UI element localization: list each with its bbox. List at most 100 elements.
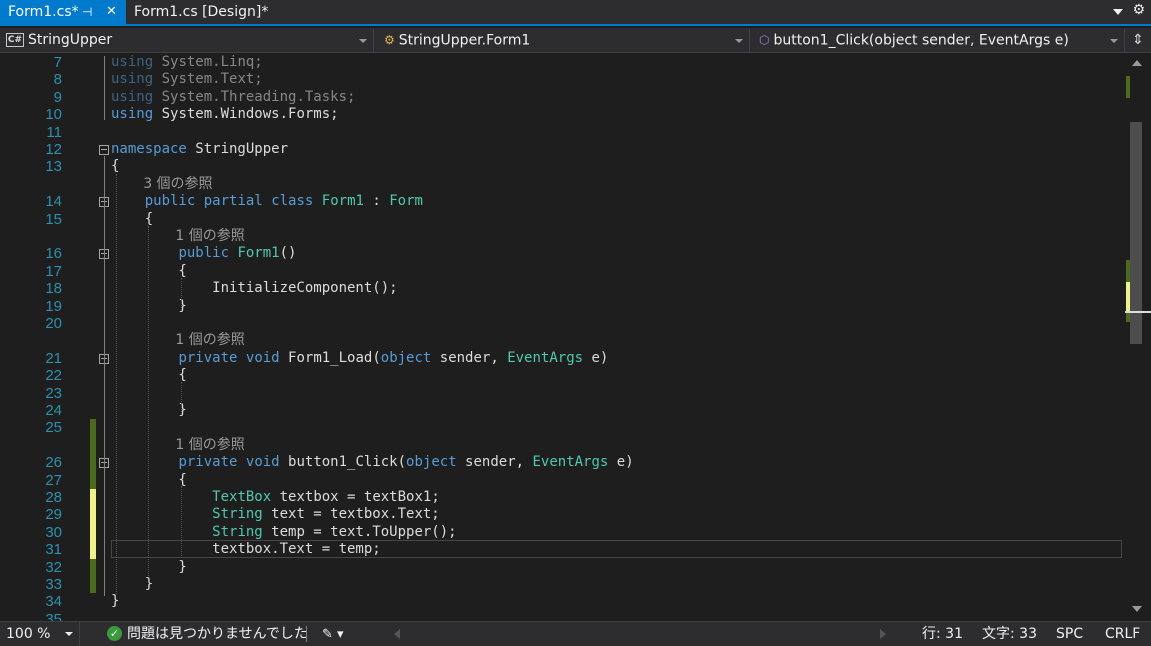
code-line[interactable]: 16 public Form1() bbox=[0, 245, 1125, 262]
close-icon[interactable]: ✕ bbox=[106, 0, 117, 24]
code-line[interactable]: 29 String text = textbox.Text; bbox=[0, 506, 1125, 524]
whitespace-indicator[interactable]: SPC bbox=[1056, 622, 1083, 646]
code-line[interactable]: 15 { bbox=[0, 211, 1125, 228]
line-number: 30 bbox=[45, 523, 62, 541]
caret-position-marker bbox=[1125, 311, 1151, 313]
code-line[interactable]: 22 { bbox=[0, 367, 1125, 384]
line-number: 13 bbox=[45, 158, 62, 176]
brush-icon: ✎ ▾ bbox=[322, 627, 344, 642]
code-line[interactable]: 17 { bbox=[0, 263, 1125, 280]
member-name: button1_Click(object sender, EventArgs e… bbox=[773, 32, 1069, 49]
line-number: 18 bbox=[45, 280, 62, 298]
code-line[interactable]: 13{ bbox=[0, 158, 1125, 175]
code-line[interactable]: 27 { bbox=[0, 471, 1125, 489]
codelens-references[interactable]: 1 個の参照 bbox=[175, 437, 244, 454]
class-icon: ⚙ bbox=[384, 33, 395, 47]
code-line[interactable]: 8 using System.Text; bbox=[0, 71, 1125, 88]
code-cleanup-button[interactable]: ✎ ▾ bbox=[322, 622, 362, 646]
code-text: TextBox textbox = textBox1; bbox=[212, 489, 440, 505]
line-number: 22 bbox=[45, 367, 62, 385]
private-method-icon: ⬡ bbox=[759, 33, 770, 47]
code-text: { bbox=[111, 210, 154, 227]
code-line[interactable]: 33 } bbox=[0, 576, 1125, 594]
code-text: } bbox=[111, 576, 154, 592]
tab-form1-cs[interactable]: Form1.cs* ⊣ ✕ bbox=[0, 0, 126, 24]
codelens-row[interactable]: 1 個の参照 bbox=[0, 228, 1125, 245]
line-number: 24 bbox=[45, 402, 62, 419]
line-number: 8 bbox=[53, 71, 62, 89]
code-text: InitializeComponent(); bbox=[111, 280, 398, 297]
member-dropdown[interactable]: ⬡ button1_Click(object sender, EventArgs … bbox=[753, 29, 1125, 52]
indent-guide bbox=[148, 226, 149, 576]
code-line[interactable]: 26 private void button1_Click(object sen… bbox=[0, 454, 1125, 472]
code-line[interactable]: 28 TextBox textbox = textBox1; bbox=[0, 489, 1125, 507]
code-line[interactable]: 31 textbox.Text = temp; bbox=[0, 540, 1125, 559]
csharp-project-icon: C# bbox=[6, 33, 24, 47]
line-ending-indicator[interactable]: CRLF bbox=[1105, 622, 1140, 646]
code-line[interactable]: 9 using System.Threading.Tasks; bbox=[0, 89, 1125, 106]
code-line[interactable]: 14 public partial class Form1 : Form bbox=[0, 193, 1125, 210]
fold-bracket bbox=[104, 56, 105, 120]
code-text: public Form1() bbox=[178, 245, 297, 262]
codelens-references[interactable]: 3 個の参照 bbox=[143, 176, 212, 193]
pin-icon[interactable]: ⊣ bbox=[82, 0, 92, 24]
navigation-bar: C# StringUpper ⚙ StringUpper.Form1 ⬡ button… bbox=[0, 28, 1151, 53]
tab-form1-design[interactable]: Form1.cs [Design]* bbox=[126, 0, 268, 24]
line-number: 32 bbox=[45, 558, 62, 576]
code-line[interactable]: 19 } bbox=[0, 298, 1125, 315]
code-text: private void Form1_Load(object sender, E… bbox=[178, 349, 609, 366]
zoom-dropdown[interactable]: 100 % bbox=[0, 622, 80, 646]
code-line[interactable]: 25 bbox=[0, 419, 1125, 437]
type-dropdown[interactable]: ⚙ StringUpper.Form1 bbox=[378, 29, 750, 52]
code-line[interactable]: 23 bbox=[0, 385, 1125, 402]
code-line[interactable]: 32 } bbox=[0, 558, 1125, 576]
project-dropdown[interactable]: C# StringUpper bbox=[0, 29, 374, 52]
code-line[interactable]: 12 namespace StringUpper bbox=[0, 141, 1125, 158]
code-line[interactable]: 20 bbox=[0, 315, 1125, 332]
line-number: 27 bbox=[45, 471, 62, 489]
scroll-up-icon[interactable] bbox=[1132, 60, 1142, 66]
line-number: 10 bbox=[45, 106, 62, 124]
document-tab-bar: Form1.cs* ⊣ ✕ Form1.cs [Design]* ⚙ bbox=[0, 0, 1151, 26]
line-number: 34 bbox=[45, 593, 62, 611]
change-marker bbox=[90, 576, 96, 594]
codelens-references[interactable]: 1 個の参照 bbox=[175, 332, 244, 349]
change-marker bbox=[90, 419, 96, 437]
scroll-down-icon[interactable] bbox=[1132, 606, 1142, 612]
code-line[interactable]: 18 InitializeComponent(); bbox=[0, 280, 1125, 297]
codelens-row[interactable]: 1 個の参照 bbox=[0, 332, 1125, 349]
vertical-scrollbar[interactable] bbox=[1125, 54, 1151, 621]
code-line[interactable]: 34} bbox=[0, 593, 1125, 610]
code-line[interactable]: 21 private void Form1_Load(object sender… bbox=[0, 350, 1125, 367]
column-indicator[interactable]: 文字: 33 bbox=[982, 622, 1037, 646]
line-number: 9 bbox=[53, 88, 62, 106]
code-line[interactable]: 24 } bbox=[0, 402, 1125, 419]
change-marker bbox=[1126, 76, 1130, 98]
line-indicator[interactable]: 行: 31 bbox=[922, 622, 963, 646]
issues-text: 問題は見つかりませんでした bbox=[127, 626, 308, 642]
scroll-right-icon[interactable] bbox=[880, 629, 886, 639]
code-line[interactable]: 10 using System.Windows.Forms; bbox=[0, 106, 1125, 123]
codelens-references[interactable]: 1 個の参照 bbox=[175, 228, 244, 245]
line-number: 21 bbox=[45, 349, 62, 367]
scroll-left-icon[interactable] bbox=[394, 629, 400, 639]
code-line[interactable]: 11 bbox=[0, 124, 1125, 141]
indent-guide bbox=[116, 174, 117, 594]
code-editor[interactable]: 7 using System.Linq; 8 using System.Text; 9 u… bbox=[0, 54, 1125, 621]
code-line[interactable]: 35 bbox=[0, 611, 1125, 621]
collapse-toggle-icon[interactable] bbox=[99, 145, 109, 155]
chevron-down-icon[interactable] bbox=[1111, 4, 1125, 18]
line-number: 12 bbox=[45, 141, 62, 158]
change-marker bbox=[1126, 282, 1130, 312]
codelens-row[interactable]: 1 個の参照 bbox=[0, 436, 1125, 455]
line-number: 15 bbox=[45, 210, 62, 228]
issues-indicator[interactable]: ✓ 問題は見つかりませんでした bbox=[107, 622, 308, 646]
code-line[interactable]: 7 using System.Linq; bbox=[0, 54, 1125, 71]
line-number: 20 bbox=[45, 315, 62, 332]
gear-icon[interactable]: ⚙ bbox=[1132, 2, 1145, 18]
code-line[interactable]: 30 String temp = text.ToUpper(); bbox=[0, 523, 1125, 542]
codelens-row[interactable]: 3 個の参照 bbox=[0, 176, 1125, 193]
change-marker bbox=[90, 523, 96, 542]
split-window-icon[interactable]: ⇕ bbox=[1129, 31, 1147, 49]
change-marker bbox=[90, 541, 96, 559]
